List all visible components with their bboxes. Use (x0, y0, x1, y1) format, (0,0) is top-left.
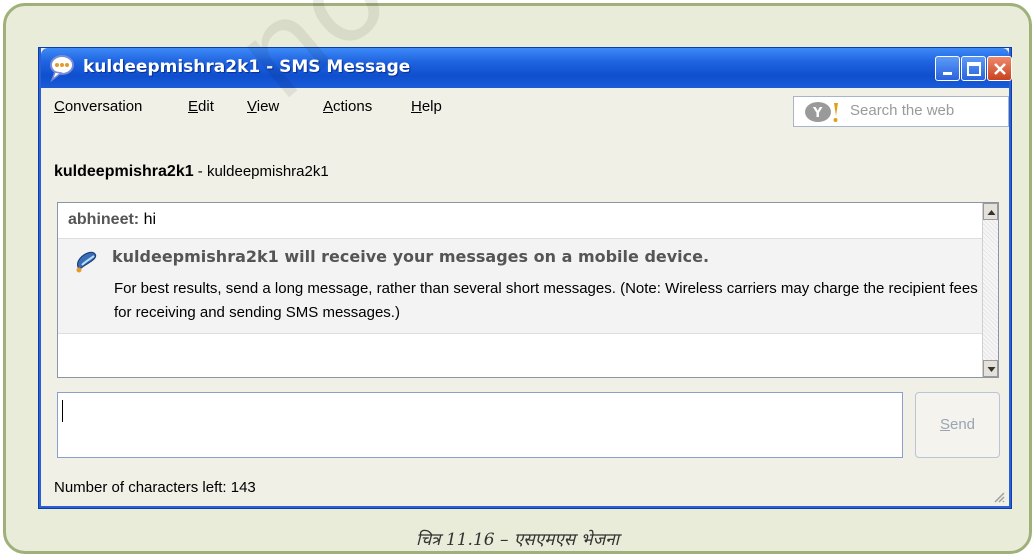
contact-separator: - (193, 163, 207, 180)
mobile-device-icon (74, 249, 100, 273)
menu-conversation[interactable]: Conversation (54, 98, 142, 115)
maximize-button[interactable] (961, 56, 986, 81)
contact-name: kuldeepmishra2k1 (54, 163, 194, 180)
window-title: kuldeepmishra2k1 - SMS Message (83, 57, 411, 77)
contact-id: kuldeepmishra2k1 (206, 163, 329, 180)
close-icon (994, 63, 1006, 75)
mobile-notice: kuldeepmishra2k1 will receive your messa… (58, 238, 984, 334)
maximize-icon (967, 62, 981, 76)
text-caret (62, 400, 63, 422)
message-text: hi (143, 211, 157, 228)
search-web-input[interactable]: Y Search the web (793, 96, 1009, 127)
arrow-up-icon (987, 210, 996, 215)
figure-caption: चित्र 11.16 – एसएमएस भेजना (415, 530, 620, 550)
contact-header: kuldeepmishra2k1 - kuldeepmishra2k1 (54, 163, 329, 181)
message-line: abhineet: hi (68, 211, 156, 229)
menu-actions[interactable]: Actions (323, 98, 372, 115)
arrow-down-icon (987, 367, 996, 372)
menu-help[interactable]: Help (411, 98, 442, 115)
minimize-icon (943, 72, 952, 75)
resize-grip-icon[interactable] (991, 488, 1005, 503)
history-scrollbar[interactable] (982, 203, 998, 377)
characters-left-status: Number of characters left: 143 (54, 479, 256, 496)
figure-frame: kuldeepmishra2k1 - SMS Message Conversat… (3, 3, 1032, 554)
menu-view[interactable]: View (247, 98, 279, 115)
conversation-history[interactable]: abhineet: hi kuldeepmishra2k1 will recei… (57, 202, 999, 378)
messenger-icon (47, 53, 77, 83)
title-bar[interactable]: kuldeepmishra2k1 - SMS Message (41, 48, 1012, 88)
yahoo-logo-icon: Y (804, 101, 844, 123)
menu-edit[interactable]: Edit (188, 98, 214, 115)
notice-body: For best results, send a long message, r… (114, 280, 978, 321)
message-input[interactable] (57, 392, 903, 458)
scroll-down-button[interactable] (983, 360, 998, 377)
minimize-button[interactable] (935, 56, 960, 81)
notice-title: kuldeepmishra2k1 will receive your messa… (112, 247, 710, 266)
send-button[interactable]: Send (915, 392, 1000, 458)
message-sender: abhineet: (68, 211, 140, 228)
search-placeholder: Search the web (850, 102, 955, 119)
close-button[interactable] (987, 56, 1012, 81)
sms-message-window: kuldeepmishra2k1 - SMS Message Conversat… (39, 48, 1012, 508)
scroll-up-button[interactable] (983, 203, 998, 220)
svg-text:Y: Y (812, 106, 823, 121)
